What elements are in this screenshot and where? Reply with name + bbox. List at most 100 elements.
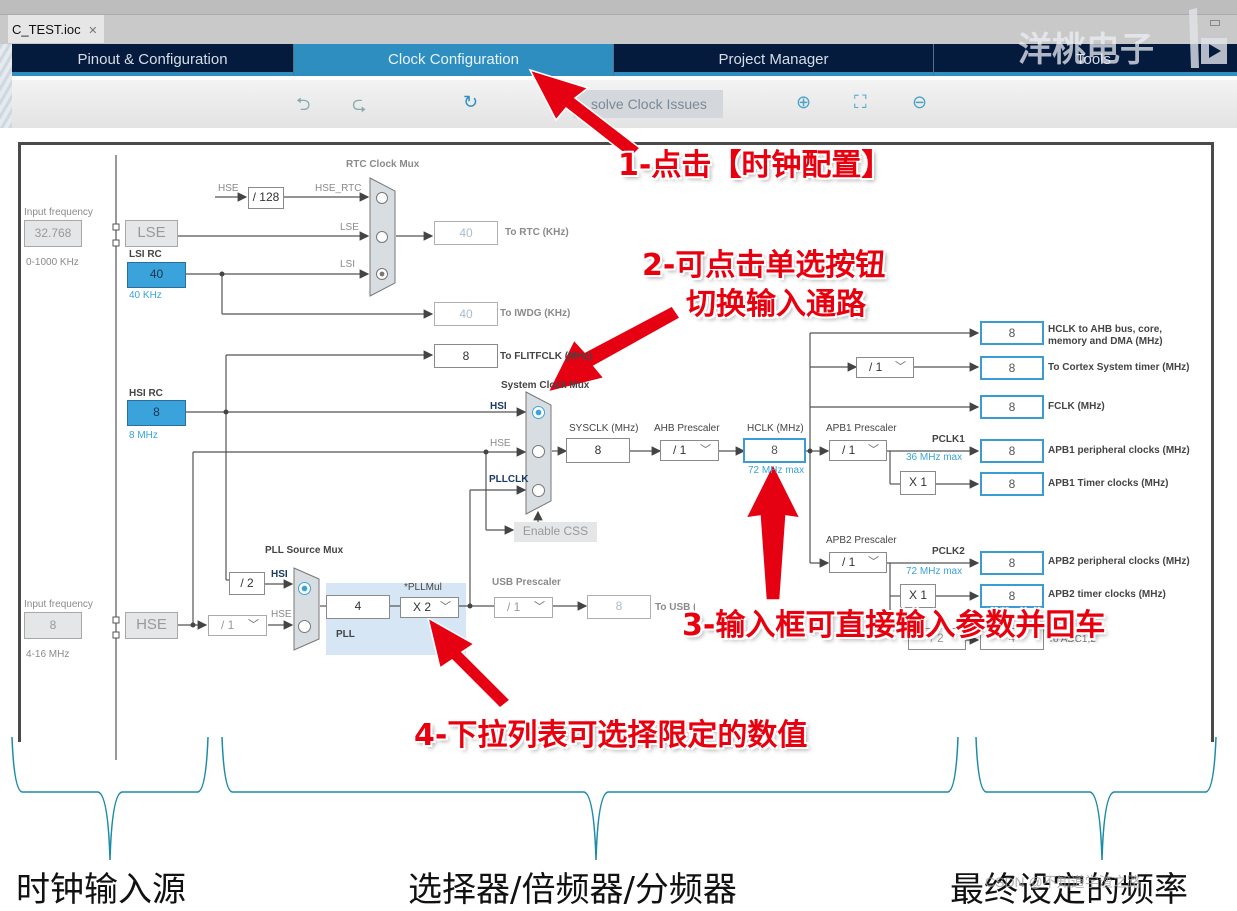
- pll-mux-radio-hsi[interactable]: [298, 582, 311, 595]
- output-hclk-ahb-field[interactable]: 8: [980, 321, 1044, 345]
- output-apb1-peripheral-field[interactable]: 8: [980, 439, 1044, 463]
- sysclk-field: 8: [566, 438, 630, 463]
- annotation-step-4: 4-下拉列表可选择限定的数值: [414, 718, 808, 753]
- csdn-credit: CSDN @不知道学渣之路: [985, 874, 1141, 890]
- annotation-step-2-line1: 2-可点击单选按钮: [642, 248, 886, 283]
- to-flitfclk-label: To FLITFCLK (MHz): [500, 351, 593, 362]
- output-hclk-ahb-label: HCLK to AHB bus, core, memory and DMA (M…: [1048, 324, 1163, 346]
- chevron-down-icon: ﹀: [700, 444, 711, 456]
- pll-mux-radio-hse[interactable]: [298, 620, 311, 633]
- pllmul-value: X 2: [413, 600, 432, 614]
- hsi-rc-field[interactable]: 8: [127, 400, 186, 426]
- output-apb2-timer-label: APB2 timer clocks (MHz): [1048, 589, 1166, 600]
- cortex-timer-prescaler-value: / 1: [869, 360, 883, 374]
- chevron-down-icon: ﹀: [868, 556, 879, 568]
- usb-prescaler-label: USB Prescaler: [492, 577, 561, 588]
- pll-source-mux: [293, 567, 320, 651]
- system-clock-mux-title: System Clock Mux: [501, 380, 590, 391]
- ahb-prescaler-label: AHB Prescaler: [654, 423, 720, 434]
- to-rtc-field: 40: [434, 221, 498, 245]
- output-fclk-label: FCLK (MHz): [1048, 401, 1105, 412]
- ahb-prescaler-dropdown[interactable]: / 1 ﹀: [660, 440, 719, 461]
- output-apb1-peripheral-label: APB1 peripheral clocks (MHz): [1048, 445, 1190, 456]
- to-flitfclk-field: 8: [434, 344, 498, 368]
- apb1-prescaler-label: APB1 Prescaler: [826, 423, 897, 434]
- hclk-input-field[interactable]: 8: [743, 438, 806, 463]
- output-apb2-peripheral-field[interactable]: 8: [980, 551, 1044, 575]
- hse-input-frequency-label: Input frequency: [24, 599, 93, 610]
- label-clock-input-source: 时钟输入源: [16, 870, 186, 910]
- hse-prediv-dropdown[interactable]: / 1 ﹀: [208, 615, 267, 636]
- pclk1-max-label: 36 MHz max: [906, 452, 963, 463]
- sysclk-label: SYSCLK (MHz): [569, 423, 639, 434]
- hsi-unit-label: 8 MHz: [129, 430, 158, 441]
- hsi-rc-label: HSI RC: [129, 388, 163, 399]
- hse-input-frequency-field[interactable]: 8: [24, 612, 82, 639]
- pll-source-mux-title: PLL Source Mux: [265, 545, 344, 556]
- chevron-down-icon: ﹀: [248, 619, 259, 631]
- lse-range-label: 0-1000 KHz: [26, 257, 79, 268]
- hse-source-box: HSE: [125, 612, 178, 639]
- usb-prescaler-dropdown[interactable]: / 1 ﹀: [494, 597, 553, 618]
- usb-prescaler-value: / 1: [507, 600, 521, 614]
- apb1-prescaler-value: / 1: [842, 443, 856, 457]
- pclk2-max-label: 72 MHz max: [906, 566, 963, 577]
- rtc-mux-input-hse-rtc: HSE_RTC: [315, 183, 362, 194]
- chevron-down-icon: ﹀: [868, 444, 879, 456]
- pclk1-label: PCLK1: [932, 434, 965, 445]
- output-fclk-field[interactable]: 8: [980, 395, 1044, 419]
- to-rtc-label: To RTC (KHz): [505, 227, 569, 238]
- sysclk-mux-radio-pllclk[interactable]: [532, 484, 545, 497]
- chevron-down-icon: ﹀: [534, 601, 545, 613]
- to-iwdg-label: To IWDG (KHz): [500, 308, 571, 319]
- pllmul-dropdown[interactable]: X 2 ﹀: [400, 597, 459, 618]
- hclk-max-label: 72 MHz max: [748, 465, 805, 476]
- hsi-div2-box: / 2: [229, 572, 265, 595]
- hse-div128-box: / 128: [248, 187, 284, 209]
- output-apb2-peripheral-label: APB2 peripheral clocks (MHz): [1048, 556, 1190, 567]
- rtc-mux-radio-hse-rtc[interactable]: [376, 192, 388, 204]
- chevron-down-icon: ﹀: [440, 601, 451, 613]
- lse-input-frequency-field[interactable]: 32.768: [24, 220, 82, 247]
- rtc-mux-radio-lsi[interactable]: [376, 268, 388, 280]
- rtc-mux-input-lse: LSE: [340, 222, 359, 233]
- lsi-unit-label: 40 KHz: [129, 290, 162, 301]
- annotation-step-1: 1-点击【时钟配置】: [618, 148, 892, 183]
- ahb-prescaler-value: / 1: [673, 443, 687, 457]
- annotation-step-2-line2: 切换输入通路: [686, 287, 866, 322]
- rtc-mux-radio-lse[interactable]: [376, 231, 388, 243]
- lsi-rc-label: LSI RC: [129, 249, 162, 260]
- pclk2-label: PCLK2: [932, 546, 965, 557]
- output-apb1-timer-field[interactable]: 8: [980, 472, 1044, 496]
- pll-mux-input-hse: HSE: [271, 609, 292, 620]
- sysclk-input-pllclk: PLLCLK: [489, 474, 529, 485]
- hse-range-label: 4-16 MHz: [26, 649, 70, 660]
- output-cortex-timer-label: To Cortex System timer (MHz): [1048, 362, 1190, 373]
- annotation-step-3: 3-输入框可直接输入参数并回车: [682, 608, 1106, 643]
- pll-label: PLL: [336, 629, 355, 640]
- output-cortex-timer-field[interactable]: 8: [980, 356, 1044, 380]
- to-usb-field: 8: [587, 595, 651, 619]
- sysclk-input-hse: HSE: [490, 438, 511, 449]
- lse-input-frequency-label: Input frequency: [24, 207, 93, 218]
- enable-css-button[interactable]: Enable CSS: [514, 522, 597, 542]
- pll-mux-input-hsi: HSI: [271, 569, 288, 580]
- sysclk-mux-radio-hse[interactable]: [532, 445, 545, 458]
- pllmul-label: *PLLMul: [404, 582, 442, 593]
- pll-input-field: 4: [326, 595, 390, 619]
- apb1-timer-multiplier: X 1: [900, 471, 936, 495]
- label-selector-multiplier-divider: 选择器/倍频器/分频器: [408, 870, 737, 910]
- apb1-prescaler-dropdown[interactable]: / 1 ﹀: [829, 440, 887, 461]
- output-apb1-timer-label: APB1 Timer clocks (MHz): [1048, 478, 1169, 489]
- cortex-timer-prescaler-dropdown[interactable]: / 1 ﹀: [856, 357, 914, 378]
- rtc-clock-mux-title: RTC Clock Mux: [346, 159, 420, 170]
- sysclk-mux-radio-hsi[interactable]: [532, 406, 545, 419]
- apb2-prescaler-dropdown[interactable]: / 1 ﹀: [829, 552, 887, 573]
- lse-source-box: LSE: [125, 220, 178, 247]
- lsi-rc-field[interactable]: 40: [127, 262, 186, 288]
- chevron-down-icon: ﹀: [895, 361, 906, 373]
- hse-prediv-value: / 1: [221, 618, 235, 632]
- apb2-prescaler-label: APB2 Prescaler: [826, 535, 897, 546]
- hclk-label: HCLK (MHz): [747, 423, 804, 434]
- apb2-prescaler-value: / 1: [842, 555, 856, 569]
